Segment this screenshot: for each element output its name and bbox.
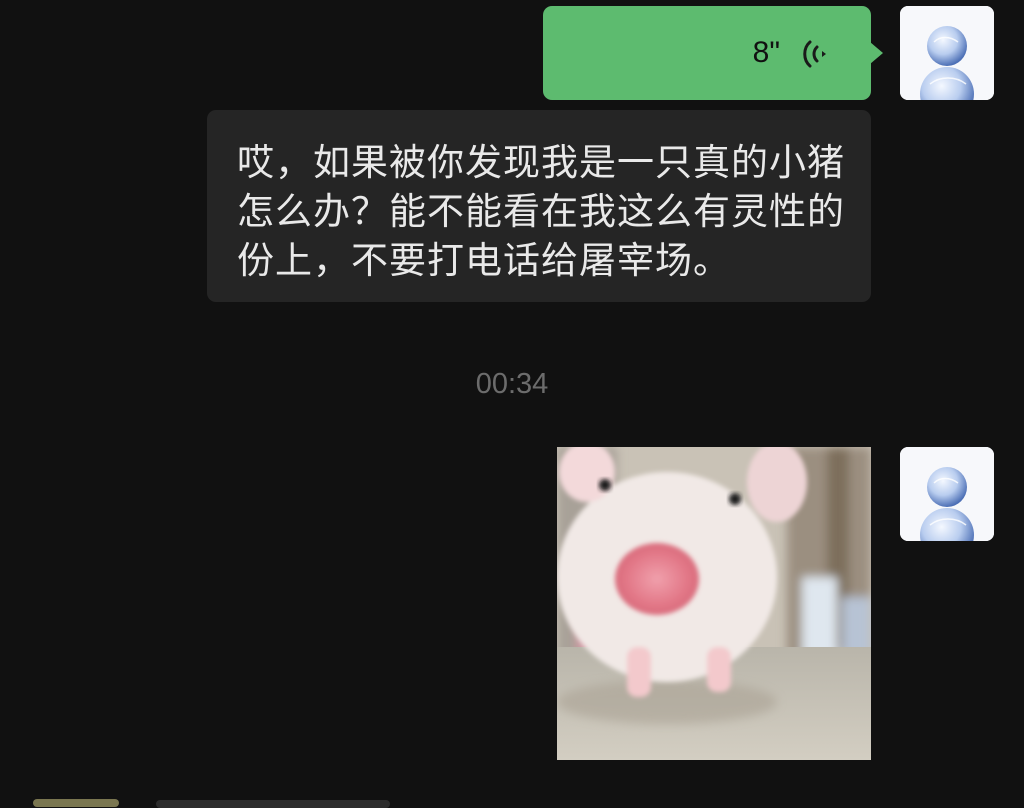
image-message[interactable] xyxy=(557,447,871,760)
user-avatar[interactable] xyxy=(900,6,994,100)
bottom-cropped-element xyxy=(156,800,390,808)
message-line-3: 份上，不要打电话给屠宰场。 xyxy=(237,239,731,282)
message-line-1: 哎，如果被你发现我是一只真的小猪 xyxy=(237,141,845,184)
incoming-text-bubble[interactable]: 哎，如果被你发现我是一只真的小猪 怎么办？能不能看在我这么有灵性的 份上，不要打… xyxy=(207,110,871,302)
bubbles-avatar-icon xyxy=(900,447,994,541)
chat-timestamp: 00:34 xyxy=(475,368,549,400)
pig-photo xyxy=(557,447,871,760)
user-avatar[interactable] xyxy=(900,447,994,541)
message-line-2: 怎么办？能不能看在我这么有灵性的 xyxy=(237,190,845,233)
voice-duration: 8" xyxy=(752,36,780,69)
bottom-cropped-element xyxy=(33,799,119,807)
bubbles-avatar-icon xyxy=(900,6,994,100)
voice-message-bubble[interactable]: 8" xyxy=(543,6,883,100)
voice-wave-icon xyxy=(801,39,831,69)
